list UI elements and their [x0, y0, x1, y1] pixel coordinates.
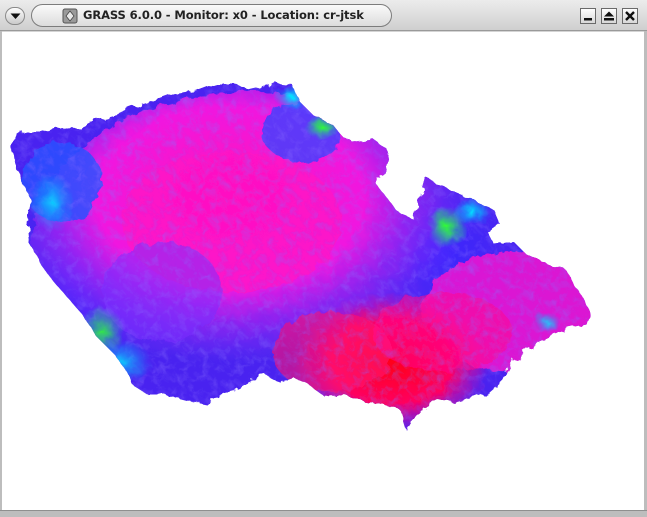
- title-bar[interactable]: GRASS 6.0.0 - Monitor: x0 - Location: cr…: [0, 0, 647, 31]
- maximize-icon: [604, 11, 614, 21]
- grass-app-icon: [62, 8, 78, 24]
- chevron-down-icon: [10, 13, 21, 19]
- minimize-button[interactable]: [580, 8, 596, 24]
- maximize-button[interactable]: [601, 8, 617, 24]
- close-button[interactable]: [622, 8, 638, 24]
- minimize-icon: [584, 18, 592, 21]
- map-display-canvas[interactable]: [2, 32, 644, 510]
- window-frame-bottom[interactable]: [0, 510, 647, 517]
- title-pill: GRASS 6.0.0 - Monitor: x0 - Location: cr…: [31, 4, 392, 27]
- country-raster: [12, 82, 590, 430]
- window-menu-button[interactable]: [5, 7, 25, 25]
- close-icon: [625, 11, 635, 21]
- grass-monitor-window: GRASS 6.0.0 - Monitor: x0 - Location: cr…: [0, 0, 647, 517]
- window-title: GRASS 6.0.0 - Monitor: x0 - Location: cr…: [83, 8, 364, 22]
- elevation-map: [12, 82, 590, 430]
